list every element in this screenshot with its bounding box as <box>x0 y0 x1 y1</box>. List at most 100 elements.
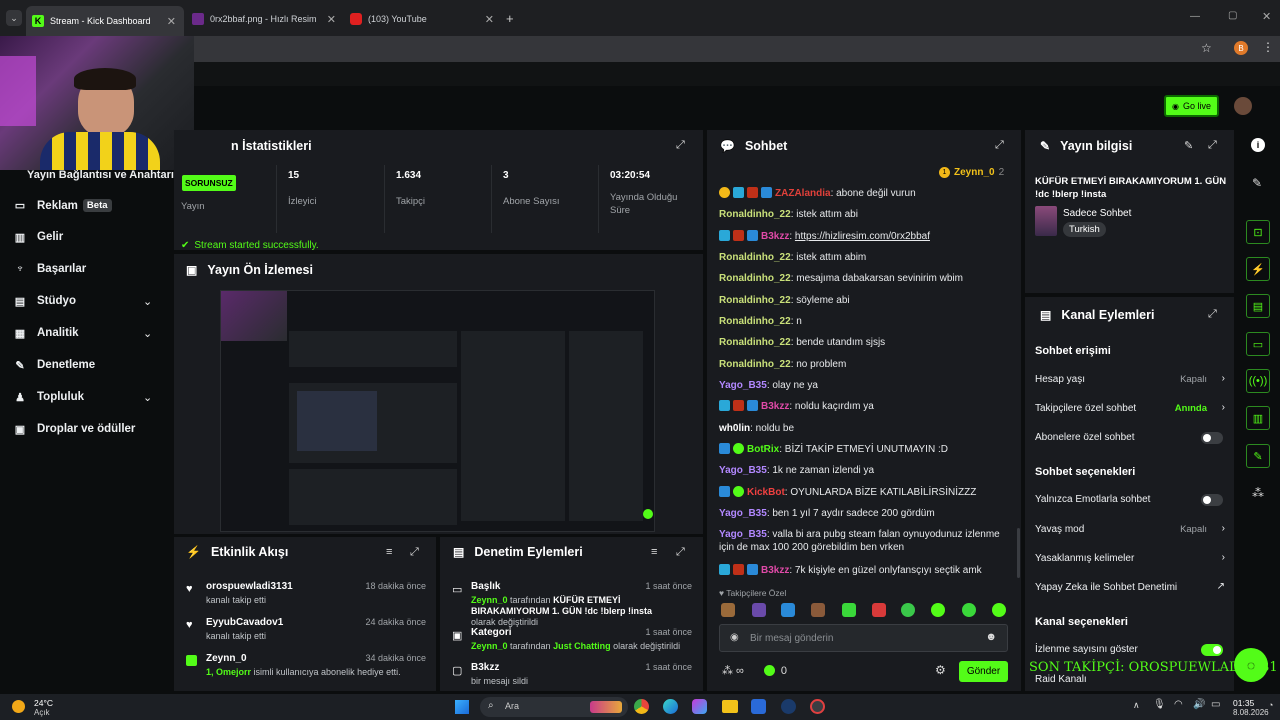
raid-channel-row[interactable]: Raid Kanalı <box>1035 674 1225 685</box>
chat-username[interactable]: wh0lin <box>719 423 750 434</box>
expand-icon[interactable]: ⤢ <box>1208 308 1217 321</box>
expand-icon[interactable]: ⤢ <box>676 139 685 152</box>
chevron-down-icon[interactable]: ⌄ <box>143 327 152 340</box>
gift-recipient[interactable]: 1, Omejorr <box>206 667 251 677</box>
wifi-icon[interactable]: ◠ <box>1174 699 1183 710</box>
chat-username[interactable]: Yago_B35 <box>719 380 767 391</box>
sidebar-connection-label[interactable]: Yayın Bağlantısı ve Anahtarı <box>27 169 174 181</box>
weather-temp[interactable]: 24°C <box>34 698 53 708</box>
emote-icon[interactable] <box>811 603 825 617</box>
chat-username[interactable]: Ronaldinho_22 <box>719 359 791 370</box>
go-live-button[interactable]: ◉ Go live <box>1164 95 1219 117</box>
chat-username[interactable]: Ronaldinho_22 <box>719 252 791 263</box>
chat-username[interactable]: Yago_B35 <box>719 508 767 519</box>
banned-words-row[interactable]: Yasaklanmış kelimeler › <box>1035 552 1225 564</box>
tab-kick-dashboard[interactable]: K Stream - Kick Dashboard ✕ <box>26 6 184 36</box>
tab-youtube[interactable]: (103) YouTube ✕ <box>344 8 502 30</box>
restore-icon[interactable]: ▢ <box>1228 10 1237 21</box>
sidebar-item-analitik[interactable]: ▦ Analitik <box>14 327 79 340</box>
expand-icon[interactable]: ⤢ <box>410 546 419 559</box>
help-chat-button[interactable]: ◌ <box>1234 648 1268 682</box>
profile-avatar[interactable]: B <box>1234 41 1248 55</box>
tray-chevron-icon[interactable]: ∧ <box>1133 700 1140 711</box>
mod-user[interactable]: Zeynn_0 <box>471 595 508 605</box>
category-name[interactable]: Sadece Sohbet <box>1063 208 1131 219</box>
ai-moderation-row[interactable]: Yapay Zeka ile Sohbet Denetimi ↗ <box>1035 581 1225 593</box>
lightning-icon[interactable]: ⚡ <box>1246 257 1270 281</box>
browser-menu-icon[interactable]: ⋮ <box>1262 40 1274 54</box>
slow-mode-row[interactable]: Yavaş mod Kapalı › <box>1035 523 1225 535</box>
chat-username[interactable]: B3kzz <box>761 231 789 242</box>
chat-username[interactable]: KickBot <box>747 487 785 498</box>
sidebar-item-topluluk[interactable]: ♟ Topluluk <box>14 391 84 404</box>
chat-username[interactable]: B3kzz <box>761 565 789 576</box>
users-icon[interactable]: ⁂ <box>722 664 733 677</box>
account-age-row[interactable]: Hesap yaşı Kapalı › <box>1035 373 1225 385</box>
chat-icon[interactable]: ▭ <box>1246 332 1270 356</box>
chevron-down-icon[interactable]: ⌄ <box>143 391 152 404</box>
close-tab-icon[interactable]: ✕ <box>167 15 176 28</box>
expand-icon[interactable]: ⤢ <box>676 546 685 559</box>
clock-time[interactable]: 01:35 <box>1233 698 1254 708</box>
store-icon[interactable] <box>751 699 766 714</box>
close-tab-icon[interactable]: ✕ <box>327 13 336 26</box>
pencil-icon[interactable]: ✎ <box>1252 176 1262 190</box>
sidebar-item-basarilar[interactable]: ♆ Başarılar <box>14 263 86 275</box>
preview-video[interactable] <box>220 290 655 532</box>
sidebar-item-denetleme[interactable]: ✎ Denetleme <box>14 359 95 372</box>
tab-hizli-resim[interactable]: 0rx2bbaf.png - Hızlı Resim ✕ <box>186 8 344 30</box>
app-icon[interactable] <box>810 699 825 714</box>
battery-icon[interactable]: ▭ <box>1211 699 1220 710</box>
wrench-icon[interactable]: ✎ <box>1246 444 1270 468</box>
broadcast-icon[interactable]: ((•)) <box>1246 369 1270 393</box>
steam-icon[interactable] <box>781 699 796 714</box>
emote-icon[interactable] <box>901 603 915 617</box>
chat-scrollbar[interactable] <box>1017 528 1020 578</box>
chrome-icon[interactable] <box>634 699 649 714</box>
layout-icon[interactable]: ▥ <box>1246 406 1270 430</box>
chat-username[interactable]: BotRix <box>747 444 779 455</box>
show-viewers-toggle[interactable] <box>1201 644 1223 656</box>
chat-link[interactable]: https://hizliresim.com/0rx2bbaf <box>795 231 930 242</box>
sidebar-item-droplar[interactable]: ▣ Droplar ve ödüller <box>14 423 136 436</box>
copilot-icon[interactable] <box>692 699 707 714</box>
chat-username[interactable]: Ronaldinho_22 <box>719 295 791 306</box>
filter-icon[interactable]: ≡ <box>651 546 657 558</box>
info-icon[interactable]: i <box>1251 138 1265 152</box>
folder-icon[interactable] <box>722 700 738 713</box>
chat-username[interactable]: Yago_B35 <box>719 529 767 540</box>
emote-icon[interactable] <box>781 603 795 617</box>
document-icon[interactable]: ▤ <box>1246 294 1270 318</box>
new-tab-icon[interactable]: + <box>506 11 514 26</box>
chat-input[interactable]: ◉ Bir mesaj gönderin ☻ <box>719 624 1008 652</box>
emote-icon[interactable] <box>872 603 886 617</box>
emote-only-toggle[interactable] <box>1201 494 1223 506</box>
camera-icon[interactable]: ⊡ <box>1246 220 1270 244</box>
bookmark-star-icon[interactable]: ☆ <box>1201 41 1212 55</box>
expand-icon[interactable]: ⤢ <box>995 139 1004 152</box>
chat-username[interactable]: ZAZAlandia <box>775 188 831 199</box>
chat-username[interactable]: B3kzz <box>761 401 789 412</box>
tab-list-button[interactable]: ⌄ <box>6 10 22 26</box>
close-window-icon[interactable]: ✕ <box>1262 10 1271 23</box>
chat-settings-icon[interactable]: ⚙ <box>935 663 946 677</box>
chat-username[interactable]: Yago_B35 <box>719 465 767 476</box>
emote-icon[interactable] <box>752 603 766 617</box>
user-avatar[interactable] <box>1234 97 1252 115</box>
edge-icon[interactable] <box>663 699 678 714</box>
minimize-icon[interactable]: — <box>1190 11 1200 22</box>
chat-username[interactable]: Ronaldinho_22 <box>719 273 791 284</box>
expand-icon[interactable]: ⤢ <box>1208 139 1217 152</box>
chevron-down-icon[interactable]: ⌄ <box>143 295 152 308</box>
start-button[interactable] <box>455 700 469 714</box>
sidebar-item-gelir[interactable]: ▥ Gelir <box>14 231 63 244</box>
volume-icon[interactable]: 🔊 <box>1193 699 1205 710</box>
close-tab-icon[interactable]: ✕ <box>485 13 494 26</box>
emote-icon[interactable] <box>842 603 856 617</box>
search-box[interactable]: ⌕ Ara <box>480 697 628 717</box>
subs-chat-toggle[interactable] <box>1201 432 1223 444</box>
emoji-icon[interactable]: ☻ <box>985 631 997 643</box>
filter-icon[interactable]: ≡ <box>386 546 392 558</box>
followers-chat-row[interactable]: Takipçilere özel sohbet Anında › <box>1035 402 1225 414</box>
sidebar-item-studyo[interactable]: ▤ Stüdyo <box>14 295 76 308</box>
